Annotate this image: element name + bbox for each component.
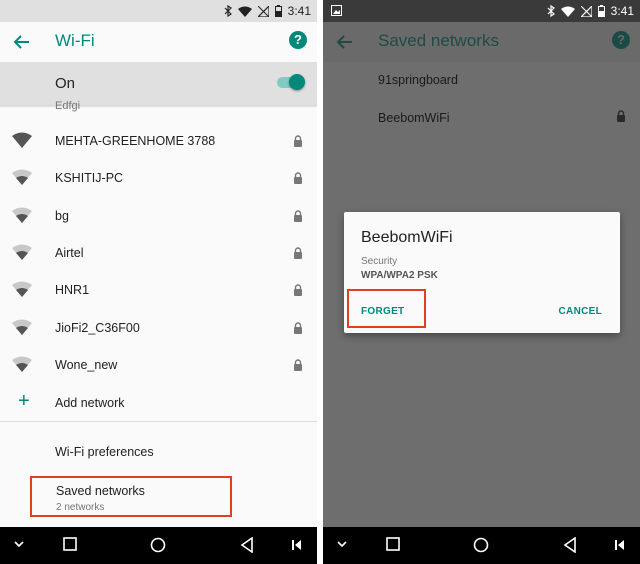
back-icon[interactable] xyxy=(240,537,254,553)
wifi-signal-icon xyxy=(560,6,575,17)
wifi-signal-icon xyxy=(12,319,32,340)
cell-signal-icon xyxy=(580,5,592,17)
saved-network-item[interactable]: 91springboard xyxy=(378,73,458,87)
network-row[interactable]: JioFi2_C36F00 xyxy=(0,311,317,348)
wifi-signal-icon xyxy=(12,132,32,153)
recents-icon[interactable] xyxy=(63,537,77,551)
navigation-bar xyxy=(0,527,317,564)
home-icon[interactable] xyxy=(150,537,166,553)
saved-networks-item[interactable]: Saved networks 2 networks xyxy=(30,476,232,517)
back-arrow-icon[interactable] xyxy=(335,32,355,52)
battery-icon xyxy=(597,5,605,17)
add-network-label: Add network xyxy=(55,396,125,410)
saved-networks-title: Saved networks xyxy=(56,484,145,498)
wifi-preferences-item[interactable]: Wi-Fi preferences xyxy=(55,445,154,459)
recents-icon[interactable] xyxy=(386,537,400,551)
saved-network-item[interactable]: BeebomWiFi xyxy=(378,111,450,125)
skip-previous-icon[interactable] xyxy=(292,540,301,550)
lock-icon xyxy=(293,321,303,339)
status-time: 3:41 xyxy=(287,4,311,18)
network-name: HNR1 xyxy=(55,283,90,298)
cancel-button[interactable]: CANCEL xyxy=(559,306,602,317)
wifi-signal-icon xyxy=(12,356,32,377)
wifi-toggle-row[interactable]: On xyxy=(0,62,317,105)
lock-icon xyxy=(293,283,303,301)
lock-icon xyxy=(293,171,303,189)
back-icon[interactable] xyxy=(563,537,577,553)
saved-networks-subtitle: 2 networks xyxy=(56,502,105,513)
lock-icon xyxy=(293,134,303,152)
security-value: WPA/WPA2 PSK xyxy=(361,270,438,281)
network-row[interactable]: HNR1 xyxy=(0,273,317,310)
battery-icon xyxy=(274,5,282,17)
dialog-title: BeebomWiFi xyxy=(361,229,453,246)
divider xyxy=(0,421,317,422)
wifi-signal-icon xyxy=(12,244,32,265)
wifi-signal-icon xyxy=(12,207,32,228)
wifi-signal-icon xyxy=(12,281,32,302)
chevron-down-icon[interactable] xyxy=(14,541,24,548)
bluetooth-icon xyxy=(224,5,232,17)
page-title: Wi-Fi xyxy=(55,31,95,50)
network-row[interactable]: KSHITIJ-PC xyxy=(0,161,317,198)
network-name: bg xyxy=(55,208,69,223)
network-name: Wone_new xyxy=(55,357,118,372)
status-bar: 3:41 xyxy=(323,0,640,22)
divider xyxy=(0,105,317,108)
help-icon[interactable]: ? xyxy=(612,31,630,49)
network-name: MEHTA-GREENHOME 3788 xyxy=(55,134,216,148)
add-network-row[interactable]: + Add network xyxy=(0,384,317,421)
toggle-thumb xyxy=(289,74,305,90)
wifi-toggle-switch[interactable] xyxy=(277,74,305,90)
lock-icon xyxy=(293,358,303,376)
partial-network-name: Edfgi xyxy=(55,100,81,112)
back-arrow-icon[interactable] xyxy=(12,32,32,52)
network-details-dialog: BeebomWiFi Security WPA/WPA2 PSK FORGET … xyxy=(344,212,620,333)
forget-button[interactable]: FORGET xyxy=(361,306,404,317)
page-title: Saved networks xyxy=(378,31,499,50)
status-time: 3:41 xyxy=(610,4,634,18)
chevron-down-icon[interactable] xyxy=(337,541,347,548)
network-row[interactable]: Wone_new xyxy=(0,348,317,385)
status-bar: 3:41 xyxy=(0,0,317,22)
add-icon: + xyxy=(18,390,30,412)
app-bar: Wi-Fi ? xyxy=(0,22,317,62)
home-icon[interactable] xyxy=(473,537,489,553)
wifi-toggle-label: On xyxy=(55,75,76,92)
wifi-signal-icon xyxy=(237,6,252,17)
help-icon[interactable]: ? xyxy=(289,31,307,49)
navigation-bar xyxy=(323,527,640,564)
bluetooth-icon xyxy=(547,5,555,17)
network-row[interactable]: Airtel xyxy=(0,236,317,273)
wifi-signal-icon xyxy=(12,169,32,190)
lock-icon xyxy=(293,246,303,264)
network-row[interactable]: MEHTA-GREENHOME 3788 xyxy=(0,124,317,161)
cell-signal-icon xyxy=(257,5,269,17)
network-name: JioFi2_C36F00 xyxy=(55,320,140,335)
security-label: Security xyxy=(361,256,398,267)
wifi-settings-screen: 3:41 Wi-Fi ? On Edfgi MEHTA-GREENHOME 37… xyxy=(0,0,317,564)
network-row[interactable]: bg xyxy=(0,199,317,236)
skip-previous-icon[interactable] xyxy=(615,540,624,550)
network-name: Airtel xyxy=(55,245,84,260)
image-notification-icon xyxy=(331,5,342,16)
saved-networks-screen: 3:41 Saved networks ? 91springboard Beeb… xyxy=(323,0,640,564)
lock-icon xyxy=(617,110,625,122)
lock-icon xyxy=(293,209,303,227)
app-bar: Saved networks ? xyxy=(323,22,640,62)
network-name: KSHITIJ-PC xyxy=(55,171,124,186)
